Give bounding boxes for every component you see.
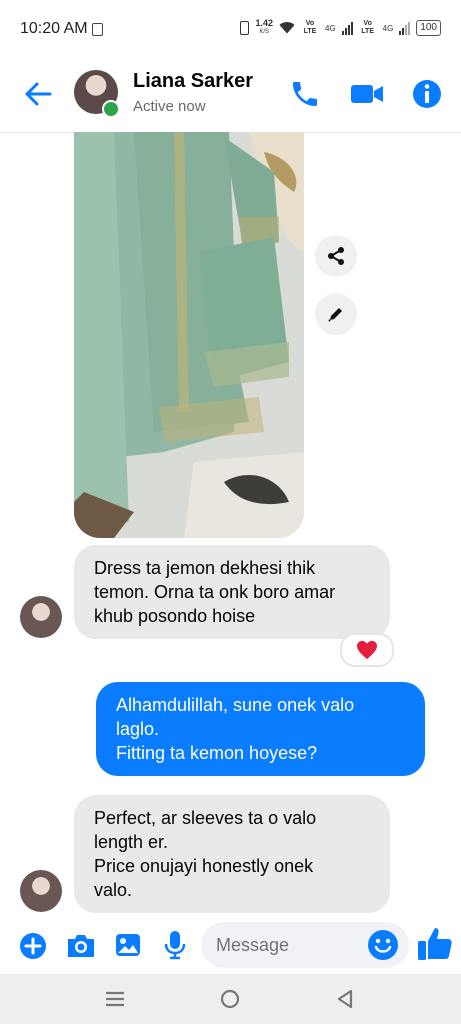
online-indicator [102,100,120,118]
contact-status: Active now [133,98,206,115]
signal-icon-1 [341,21,353,35]
gallery-icon[interactable] [114,931,142,959]
message-line: Dress ta jemon dekhesi thik [94,558,316,578]
message-composer: Message [0,918,461,972]
wifi-icon [279,22,295,34]
message-line: length er. [94,832,169,852]
video-call-icon[interactable] [349,78,385,110]
message-line: Price onujayi honestly onek [94,856,314,876]
pencil-icon [328,308,342,322]
info-icon[interactable] [411,78,443,110]
sim1-network: 4G [324,23,336,33]
reaction-badge[interactable] [340,633,394,667]
signal-icon-2 [399,21,411,35]
message-placeholder: Message [216,935,290,955]
microphone-icon[interactable] [163,930,187,960]
message-line: laglo. [116,719,160,739]
message-line: valo. [94,880,133,900]
sim2-label: Vo LTE [361,20,374,35]
home-icon[interactable] [219,988,241,1010]
contact-name[interactable]: Liana Sarker [133,70,253,93]
dress-photo-image [74,132,304,538]
heart-icon [357,640,377,660]
sim1-label: Vo LTE [303,20,317,35]
message-line: Fitting ta kemon hoyese? [116,743,318,763]
chat-header: Liana Sarker Active now [0,60,461,133]
back-arrow-icon[interactable] [22,78,54,110]
message-line: Perfect, ar sleeves ta o valo [94,808,317,828]
sender-avatar[interactable] [20,870,62,912]
share-button[interactable] [315,235,357,277]
message-bubble-sent[interactable]: Alhamdulillah, sune onek valo laglo. Fit… [96,682,425,776]
status-bar: 10:20 AM 1.42 K/S Vo LTE 4G Vo LTE 4G 10… [0,0,461,60]
notification-icon [92,23,103,36]
emoji-icon[interactable] [367,929,399,961]
message-line: khub posondo hoise [94,606,256,626]
status-icons: 1.42 K/S Vo LTE 4G Vo LTE 4G 100 [240,19,441,37]
battery-icon: 100 [416,20,441,36]
net-speed-unit: K/S [259,29,270,35]
phone-call-icon[interactable] [289,78,321,110]
net-speed: 1.42 K/S [255,19,273,37]
vibrate-icon [240,21,250,35]
back-nav-icon[interactable] [335,988,355,1010]
edit-button[interactable] [315,293,357,335]
status-time: 10:20 AM [20,20,88,37]
sim2-network: 4G [382,23,394,33]
camera-icon[interactable] [65,932,97,960]
like-thumb-icon[interactable] [415,924,455,964]
message-line: Alhamdulillah, sune onek valo [116,695,355,715]
recent-apps-icon[interactable] [104,990,126,1008]
system-nav-bar [0,974,461,1024]
share-icon [328,247,344,265]
message-line: temon. Orna ta onk boro amar [94,582,336,602]
plus-icon[interactable] [19,932,47,960]
net-speed-value: 1.42 [255,18,273,28]
message-bubble-received-2[interactable]: Perfect, ar sleeves ta o valo length er.… [74,795,390,913]
sender-avatar[interactable] [20,596,62,638]
message-input[interactable]: Message [201,922,409,968]
shared-photo[interactable] [74,132,304,538]
message-bubble-received-1[interactable]: Dress ta jemon dekhesi thik temon. Orna … [74,545,390,639]
